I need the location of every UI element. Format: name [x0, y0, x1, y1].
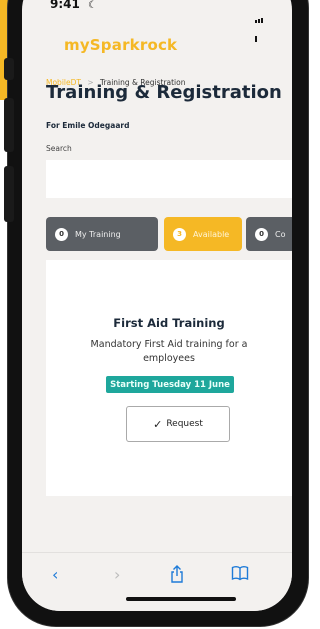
tab-completed[interactable]: 0 Co	[246, 217, 292, 251]
search-input[interactable]	[46, 160, 292, 198]
page-title: Training & Registration	[46, 82, 282, 103]
request-button-label: Request	[166, 419, 203, 429]
tab-count-badge: 0	[255, 227, 268, 241]
phone-screen: 9:41 ☾ mySparkrock MobileDT > Training &…	[22, 0, 292, 611]
training-card: First Aid Training Mandatory First Aid t…	[46, 260, 292, 496]
share-icon[interactable]	[170, 565, 184, 587]
volume-up-button	[4, 98, 14, 152]
card-description-line: employees	[143, 353, 195, 364]
home-indicator	[126, 597, 236, 601]
search-label: Search	[46, 144, 72, 153]
page-subtitle: For Emile Odegaard	[46, 121, 130, 130]
moon-icon: ☾	[88, 0, 97, 11]
chevron-left-icon[interactable]: ‹	[52, 565, 58, 584]
chevron-right-icon[interactable]: ›	[114, 565, 120, 584]
start-date-badge: Starting Tuesday 11 June	[106, 376, 234, 393]
status-bar: 9:41 ☾	[22, 0, 292, 42]
signal-icon	[255, 4, 265, 42]
status-time: 9:41	[50, 0, 80, 11]
card-title: First Aid Training	[113, 316, 225, 330]
app-logo[interactable]: mySparkrock	[64, 36, 177, 54]
tab-label: Co	[275, 229, 286, 239]
request-button[interactable]: ✓ Request	[126, 406, 230, 442]
tab-label: My Training	[75, 229, 121, 239]
card-description-line: Mandatory First Aid training for a	[90, 339, 248, 350]
bookmarks-icon[interactable]	[231, 565, 249, 585]
tab-my-training[interactable]: 0 My Training	[46, 217, 158, 251]
safari-toolbar: ‹ ›	[22, 552, 292, 611]
checkmark-icon: ✓	[153, 417, 163, 431]
volume-down-button	[4, 166, 14, 222]
card-description: Mandatory First Aid training for a emplo…	[46, 338, 292, 366]
tab-available[interactable]: 3 Available	[164, 217, 242, 251]
tab-count-badge: 3	[173, 227, 186, 241]
tab-label: Available	[193, 229, 230, 239]
silent-switch	[4, 58, 14, 80]
tab-count-badge: 0	[55, 227, 68, 241]
